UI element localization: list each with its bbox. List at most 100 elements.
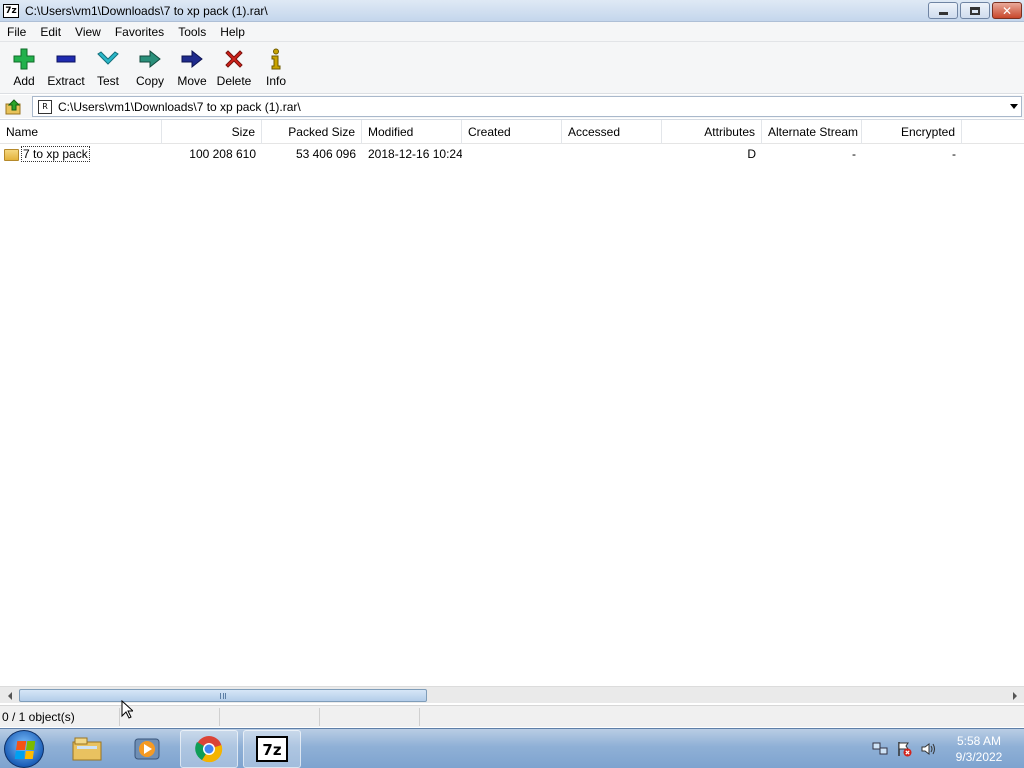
column-attributes[interactable]: Attributes [662, 120, 762, 144]
scrollbar-thumb[interactable] [19, 689, 427, 702]
status-segment-4 [320, 707, 420, 726]
minus-icon [55, 45, 77, 73]
test-button[interactable]: Test [87, 42, 129, 92]
folder-up-icon [5, 98, 21, 114]
scroll-left-button[interactable] [2, 688, 17, 703]
row-name-cell[interactable]: 7 to xp pack [0, 144, 162, 164]
info-button[interactable]: Info [255, 42, 297, 92]
status-bar: 0 / 1 object(s) selected [0, 705, 1024, 742]
clock-date: 9/3/2022 [955, 750, 1003, 764]
extract-button[interactable]: Extract [45, 42, 87, 92]
taskbar-clock[interactable]: 5:58 AM 9/3/2022 [944, 733, 1014, 765]
add-label: Add [13, 74, 35, 88]
folder-up-button[interactable] [3, 96, 25, 117]
column-size[interactable]: Size [162, 120, 262, 144]
delete-x-icon [223, 45, 245, 73]
plus-icon [13, 45, 35, 73]
row-accessed [562, 144, 662, 164]
windows-logo-icon [14, 741, 36, 759]
row-created [462, 144, 562, 164]
column-encrypted[interactable]: Encrypted [862, 120, 962, 144]
info-icon [268, 45, 284, 73]
column-modified[interactable]: Modified [362, 120, 462, 144]
media-player-icon [134, 738, 160, 760]
copy-button[interactable]: Copy [129, 42, 171, 92]
status-segment-3 [220, 707, 320, 726]
info-label: Info [265, 74, 286, 88]
column-packed-size[interactable]: Packed Size [262, 120, 362, 144]
menu-tools[interactable]: Tools [171, 22, 213, 42]
archive-icon: R [38, 99, 52, 114]
row-attributes: D [747, 147, 756, 161]
restore-button[interactable] [960, 2, 990, 19]
taskbar-chrome[interactable] [180, 730, 238, 768]
menu-file[interactable]: File [0, 22, 33, 42]
file-explorer-icon [72, 737, 102, 761]
move-label: Move [177, 74, 207, 88]
menu-favorites[interactable]: Favorites [108, 22, 171, 42]
folder-icon [4, 148, 19, 161]
scroll-right-button[interactable] [1007, 688, 1022, 703]
column-alternate-stream[interactable]: Alternate Stream [762, 120, 862, 144]
start-button[interactable] [4, 730, 44, 768]
action-center-icon[interactable] [896, 741, 912, 757]
add-button[interactable]: Add [3, 42, 45, 92]
test-label: Test [96, 74, 119, 88]
toolbar: Add Extract Test Copy Move Delete Info [0, 42, 1024, 94]
grip-icon [220, 692, 226, 699]
taskbar-media-player[interactable] [118, 730, 176, 768]
minimize-icon [938, 12, 948, 15]
menu-view[interactable]: View [68, 22, 108, 42]
chrome-icon [195, 736, 223, 763]
close-button[interactable]: ✕ [992, 2, 1022, 19]
window-title: C:\Users\vm1\Downloads\7 to xp pack (1).… [25, 3, 268, 18]
menu-edit[interactable]: Edit [33, 22, 68, 42]
network-icon[interactable] [872, 741, 888, 757]
address-bar: R C:\Users\vm1\Downloads\7 to xp pack (1… [0, 95, 1024, 118]
app-7zip-icon[interactable]: 7z [3, 3, 19, 18]
taskbar: 7z 5:58 AM 9/3/2022 [0, 728, 1024, 768]
move-arrow-icon [180, 45, 204, 73]
address-dropdown-icon[interactable] [1010, 104, 1018, 109]
table-row[interactable]: 7 to xp pack 100 208 610 53 406 096 2018… [0, 144, 1024, 164]
minimize-button[interactable] [928, 2, 958, 19]
taskbar-7zip[interactable]: 7z [243, 730, 301, 768]
mouse-cursor-icon [121, 699, 135, 723]
restore-icon [970, 6, 980, 15]
checkmark-icon [96, 45, 120, 73]
system-tray: 5:58 AM 9/3/2022 [872, 729, 1024, 768]
row-modified: 2018-12-16 10:24 [368, 147, 462, 161]
scroll-left-icon [7, 691, 12, 700]
row-alternate-stream: - [852, 147, 856, 161]
row-size: 100 208 610 [189, 147, 256, 161]
window-controls: ✕ [928, 2, 1022, 19]
column-accessed[interactable]: Accessed [562, 120, 662, 144]
delete-label: Delete [216, 74, 252, 88]
copy-label: Copy [135, 74, 164, 88]
menu-help[interactable]: Help [213, 22, 252, 42]
file-list[interactable]: Name Size Packed Size Modified Created A… [0, 119, 1024, 686]
column-created[interactable]: Created [462, 120, 562, 144]
seven-zip-icon: 7z [256, 736, 288, 762]
move-button[interactable]: Move [171, 42, 213, 92]
address-path: C:\Users\vm1\Downloads\7 to xp pack (1).… [58, 99, 301, 114]
taskbar-explorer[interactable] [58, 730, 116, 768]
volume-icon[interactable] [920, 741, 936, 757]
horizontal-scrollbar[interactable] [0, 686, 1024, 703]
status-segment-2 [120, 707, 220, 726]
extract-label: Extract [47, 74, 85, 88]
row-name: 7 to xp pack [21, 146, 90, 162]
row-packed-size: 53 406 096 [295, 147, 356, 161]
address-field[interactable]: R C:\Users\vm1\Downloads\7 to xp pack (1… [32, 96, 1022, 117]
scroll-right-icon [1012, 691, 1017, 700]
title-bar: 7z C:\Users\vm1\Downloads\7 to xp pack (… [0, 0, 1024, 22]
row-encrypted: - [952, 147, 956, 161]
list-header: Name Size Packed Size Modified Created A… [0, 120, 1024, 144]
clock-time: 5:58 AM [956, 734, 1002, 748]
delete-button[interactable]: Delete [213, 42, 255, 92]
svg-text:7z: 7z [262, 741, 281, 759]
column-name[interactable]: Name [0, 120, 162, 144]
copy-arrow-icon [138, 45, 162, 73]
close-icon: ✕ [1001, 3, 1013, 18]
menu-bar: File Edit View Favorites Tools Help [0, 22, 1024, 42]
